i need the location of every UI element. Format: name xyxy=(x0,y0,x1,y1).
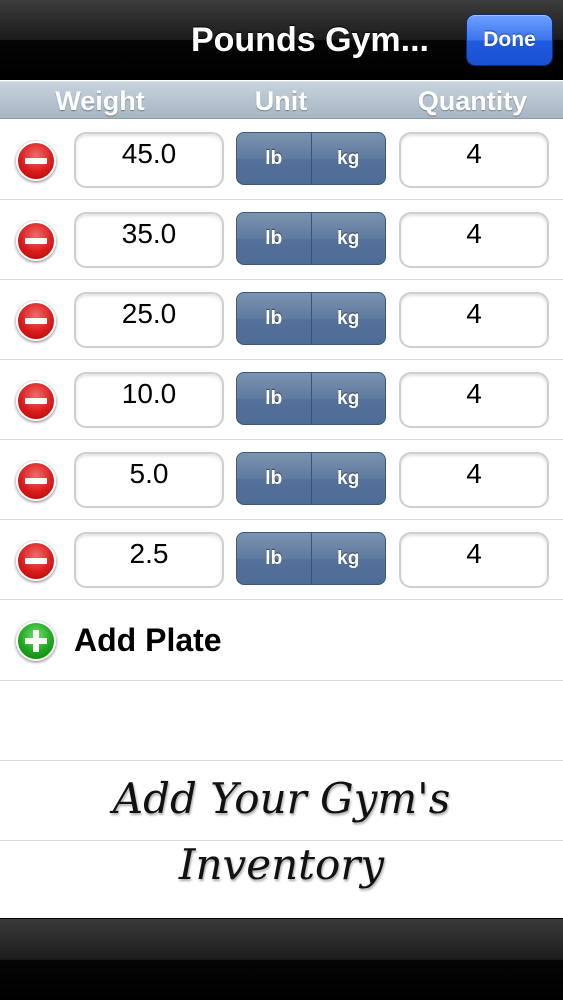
minus-circle-icon[interactable] xyxy=(16,301,56,341)
quantity-field[interactable]: 4 xyxy=(399,452,549,508)
minus-circle-icon[interactable] xyxy=(16,381,56,421)
unit-lb-segment[interactable]: lb xyxy=(237,293,311,344)
column-header-unit: Unit xyxy=(254,86,308,116)
quantity-field[interactable]: 4 xyxy=(399,292,549,348)
page-title: Pounds Gym... xyxy=(190,21,430,59)
unit-segmented-control: lb kg xyxy=(236,372,386,425)
unit-segmented-control: lb kg xyxy=(236,292,386,345)
unit-lb-segment[interactable]: lb xyxy=(237,533,311,584)
column-header-quantity: Quantity xyxy=(417,86,528,116)
column-header: Weight Unit Quantity xyxy=(0,81,563,119)
unit-lb-segment[interactable]: lb xyxy=(237,373,311,424)
navigation-bar: Pounds Gym... Done xyxy=(0,0,563,80)
unit-segmented-control: lb kg xyxy=(236,452,386,505)
quantity-field[interactable]: 4 xyxy=(399,532,549,588)
weight-field[interactable]: 5.0 xyxy=(74,452,224,508)
bottom-toolbar xyxy=(0,918,563,1000)
minus-circle-icon[interactable] xyxy=(16,221,56,261)
caption-line-1: Add Your Gym's xyxy=(112,774,451,823)
minus-circle-icon[interactable] xyxy=(16,141,56,181)
unit-kg-segment[interactable]: kg xyxy=(312,533,386,584)
weight-field[interactable]: 10.0 xyxy=(74,372,224,428)
promo-caption: Add Your Gym's Inventory xyxy=(0,760,563,920)
plate-row: 25.0 lb kg 4 xyxy=(0,280,563,360)
unit-kg-segment[interactable]: kg xyxy=(312,453,386,504)
unit-segmented-control: lb kg xyxy=(236,532,386,585)
unit-lb-segment[interactable]: lb xyxy=(237,453,311,504)
minus-circle-icon[interactable] xyxy=(16,461,56,501)
plate-row: 35.0 lb kg 4 xyxy=(0,200,563,280)
unit-kg-segment[interactable]: kg xyxy=(312,293,386,344)
plate-row: 2.5 lb kg 4 xyxy=(0,520,563,600)
plus-circle-icon[interactable] xyxy=(16,621,56,661)
unit-kg-segment[interactable]: kg xyxy=(312,213,386,264)
quantity-field[interactable]: 4 xyxy=(399,372,549,428)
weight-field[interactable]: 45.0 xyxy=(74,132,224,188)
plate-row: 10.0 lb kg 4 xyxy=(0,360,563,440)
unit-kg-segment[interactable]: kg xyxy=(312,373,386,424)
weight-field[interactable]: 35.0 xyxy=(74,212,224,268)
unit-lb-segment[interactable]: lb xyxy=(237,133,311,184)
minus-circle-icon[interactable] xyxy=(16,541,56,581)
quantity-field[interactable]: 4 xyxy=(399,132,549,188)
unit-segmented-control: lb kg xyxy=(236,212,386,265)
unit-kg-segment[interactable]: kg xyxy=(312,133,386,184)
weight-field[interactable]: 25.0 xyxy=(74,292,224,348)
add-plate-row[interactable]: Add Plate xyxy=(0,600,563,681)
plate-row: 45.0 lb kg 4 xyxy=(0,120,563,200)
caption-line-2: Inventory xyxy=(178,840,385,889)
done-button[interactable]: Done xyxy=(466,14,553,66)
empty-row xyxy=(0,681,563,761)
plate-row: 5.0 lb kg 4 xyxy=(0,440,563,520)
add-plate-label[interactable]: Add Plate xyxy=(74,600,222,680)
weight-field[interactable]: 2.5 xyxy=(74,532,224,588)
unit-lb-segment[interactable]: lb xyxy=(237,213,311,264)
unit-segmented-control: lb kg xyxy=(236,132,386,185)
quantity-field[interactable]: 4 xyxy=(399,212,549,268)
column-header-weight: Weight xyxy=(55,86,145,116)
